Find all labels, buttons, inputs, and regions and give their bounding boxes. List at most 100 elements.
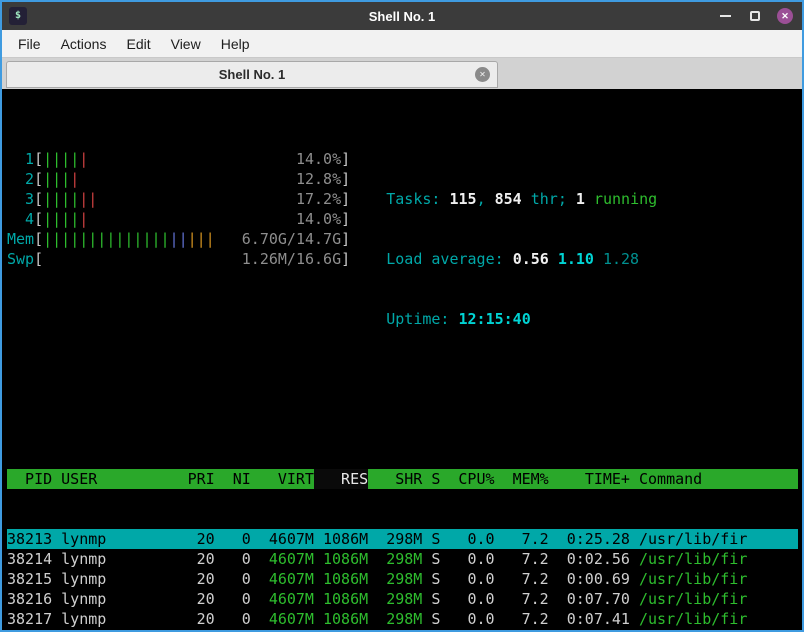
process-row[interactable]: 38216 lynmp 20 0 4607M 1086M 298M S 0.0 7.2 0:07.7… <box>7 589 798 609</box>
column-header-cmd[interactable]: Command <box>639 469 702 489</box>
menu-item-help[interactable]: Help <box>211 32 260 56</box>
cell-time: 0:02.56 <box>566 550 630 568</box>
menu-item-edit[interactable]: Edit <box>116 32 160 56</box>
process-row[interactable]: 38214 lynmp 20 0 4607M 1086M 298M S 0.0 7.2 0:02.5… <box>7 549 798 569</box>
column-header-time[interactable]: TIME+ <box>549 469 630 489</box>
cell-user: lynmp <box>61 570 107 588</box>
meter-value: 14.0% <box>295 150 342 168</box>
terminal-window: $ Shell No. 1 ✕ File Actions Edit View Help … <box>0 0 804 632</box>
meter-close-bracket: ] <box>341 150 351 168</box>
cell-ni: 0 <box>241 610 251 628</box>
cell-res: 1086M <box>322 590 369 608</box>
meter-4: 4[||||| 14.0%] <box>7 209 350 229</box>
cell-cmd: /usr/lib/fir <box>638 610 748 628</box>
cell-mem: 7.2 <box>521 570 549 588</box>
meter-open-bracket: [ <box>34 250 44 268</box>
process-table-header: PID USER PRI NI VIRT RES SHR S CPU% MEM% TIME+ Comm… <box>7 469 798 489</box>
meter-bar: |||| 12.8% <box>43 169 341 189</box>
column-header-ni[interactable]: NI <box>215 469 251 489</box>
process-table-body: 38213 lynmp 20 0 4607M 1086M 298M S 0.0 7.2 0:25.2… <box>7 529 798 630</box>
cell-shr: 298M <box>386 550 423 568</box>
meter-tick: | <box>79 210 89 228</box>
cell-virt: 4607M <box>251 629 314 630</box>
uptime-label: Uptime: <box>386 310 459 328</box>
column-header-shr[interactable]: SHR <box>368 469 422 489</box>
uptime-line: Uptime: 12:15:40 <box>386 309 657 329</box>
cell-pri: 20 <box>196 530 215 548</box>
menu-item-actions[interactable]: Actions <box>51 32 117 56</box>
minimize-button[interactable] <box>716 7 734 25</box>
meter-tick: | <box>79 230 89 248</box>
title-bar: $ Shell No. 1 ✕ <box>2 2 802 30</box>
cell-shr: 298M <box>386 570 423 588</box>
cell-ni: 0 <box>215 629 251 630</box>
meter-tick: | <box>61 150 71 168</box>
meter-tick: | <box>106 230 116 248</box>
thr-label: thr; <box>521 190 576 208</box>
window-controls: ✕ <box>716 2 794 30</box>
cell-cpu: 0.0 <box>440 629 494 630</box>
cell-cpu: 0.0 <box>467 570 495 588</box>
menu-item-view[interactable]: View <box>161 32 211 56</box>
cell-s: S <box>431 530 441 548</box>
meter-tick: | <box>61 230 71 248</box>
terminal-icon: $ <box>9 7 27 25</box>
meter-label: 3 <box>25 190 35 208</box>
meter-close-bracket: ] <box>341 190 351 208</box>
cell-shr: 298M <box>386 590 423 608</box>
cell-res: 1086M <box>322 530 369 548</box>
process-row[interactable]: 38213 lynmp 20 0 4607M 1086M 298M S 0.0 7.2 0:25.2… <box>7 529 798 549</box>
meter-tick: | <box>196 230 206 248</box>
cell-shr: 298M <box>386 610 423 628</box>
cell-pid: 38217 <box>7 610 53 628</box>
htop-header-area: 1[||||| 14.0%] 2[|||| 12.8%] 3[|||||| 17.2%] 4… <box>7 149 798 369</box>
process-row[interactable]: 38217 lynmp 20 0 4607M 1086M 298M S 0.0 7.2 0:07.4… <box>7 609 798 629</box>
meter-tick: | <box>43 150 53 168</box>
terminal-screen[interactable]: 1[||||| 14.0%] 2[|||| 12.8%] 3[|||||| 17.2%] 4… <box>2 89 802 630</box>
cell-virt: 4607M <box>268 570 314 588</box>
maximize-button[interactable] <box>746 7 764 25</box>
meter-tick: | <box>61 190 71 208</box>
meter-value: 14.0% <box>295 210 342 228</box>
cell-user: lynmp <box>61 550 107 568</box>
column-header-cpu[interactable]: CPU% <box>440 469 494 489</box>
column-header-virt[interactable]: VIRT <box>251 469 314 489</box>
cell-user: lynmp <box>61 590 107 608</box>
meter-tick: | <box>160 230 170 248</box>
cell-s: S <box>431 570 441 588</box>
meter-tick: | <box>187 230 197 248</box>
cell-mem: 7.2 <box>521 530 549 548</box>
meter-tick: | <box>70 170 80 188</box>
process-row[interactable]: 38218 lynmp2004607M1086M298MS0.07.20:07.4… <box>7 629 798 630</box>
load-five: 1.10 <box>557 250 594 268</box>
cell-virt: 4607M <box>268 590 314 608</box>
meter-bar: ||||||||||||||||||| 6.70G/14.7G <box>43 229 341 249</box>
tab-close-icon[interactable]: ✕ <box>475 67 490 82</box>
close-button[interactable]: ✕ <box>776 7 794 25</box>
cell-virt: 4607M <box>268 530 314 548</box>
column-header-s[interactable]: S <box>422 469 440 489</box>
column-header-user[interactable]: USER <box>61 469 169 489</box>
meter-tick: | <box>88 230 98 248</box>
running-count: 1 <box>575 190 585 208</box>
meter-tick: | <box>79 150 89 168</box>
cell-time: 0:07.70 <box>566 590 630 608</box>
tab-shell[interactable]: Shell No. 1 ✕ <box>6 61 498 88</box>
column-header-pri[interactable]: PRI <box>170 469 215 489</box>
minimize-icon <box>719 15 731 17</box>
cell-cmd: /usr/lib/fir <box>639 629 747 630</box>
load-average-line: Load average: 0.56 1.10 1.28 <box>386 249 657 269</box>
cell-res: 1086M <box>322 550 369 568</box>
cell-pid: 38214 <box>7 550 53 568</box>
menu-item-file[interactable]: File <box>8 32 51 56</box>
column-header-pid[interactable]: PID <box>7 469 52 489</box>
column-header-res[interactable]: RES <box>313 469 369 489</box>
cell-cmd: /usr/lib/fir <box>638 530 748 548</box>
cell-mem: 7.2 <box>495 629 549 630</box>
cell-user: lynmp <box>61 530 107 548</box>
process-row[interactable]: 38215 lynmp 20 0 4607M 1086M 298M S 0.0 7.2 0:00.6… <box>7 569 798 589</box>
meter-tick: | <box>70 230 80 248</box>
column-header-mem[interactable]: MEM% <box>495 469 549 489</box>
meter-label: Swp <box>7 250 35 268</box>
cell-pri: 20 <box>196 570 215 588</box>
